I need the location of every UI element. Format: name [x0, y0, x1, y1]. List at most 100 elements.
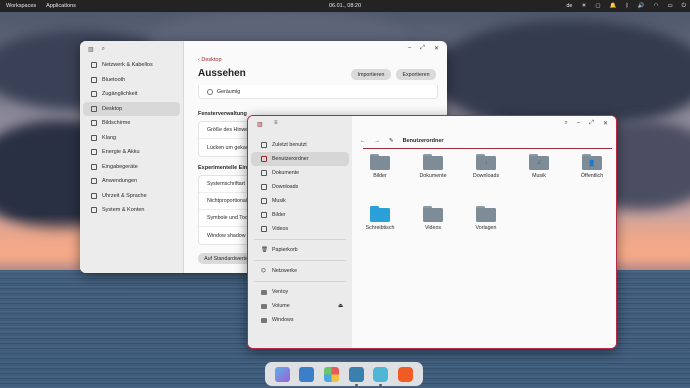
sidebar-item-label: Bluetooth	[102, 76, 126, 83]
brave-browser-icon[interactable]	[398, 366, 414, 382]
reset-defaults-button[interactable]: Auf Standardwerte	[198, 253, 254, 264]
sidebar-item-videos[interactable]: Videos	[251, 222, 349, 236]
breadcrumb[interactable]: Benutzerordner	[403, 138, 444, 144]
sidebar-item-label: Uhrzeit & Sprache	[102, 192, 147, 199]
app-launcher-icon[interactable]	[324, 366, 340, 382]
minimize-icon[interactable]: –	[408, 45, 411, 52]
forward-arrow-icon[interactable]: →	[375, 138, 381, 144]
sidebar-item-label: Zuletzt benutzt	[272, 142, 307, 148]
sidebar-item-bildschirme[interactable]: Bildschirme	[83, 116, 180, 131]
video-icon	[261, 226, 267, 232]
folder-label: Downloads	[472, 173, 500, 179]
sidebar-item-label: Videos	[272, 226, 289, 232]
menu-icon[interactable]: ≡	[274, 120, 278, 126]
folder-glyph: 👤	[588, 161, 596, 167]
settings-running-icon[interactable]	[373, 366, 389, 386]
radio-icon[interactable]	[207, 88, 213, 95]
sidebar-item-label: Bildschirme	[102, 120, 131, 127]
folder-item[interactable]: Vorlagen	[462, 206, 510, 231]
sidebar-item-label: System & Konten	[102, 207, 145, 214]
maximize-icon[interactable]: ⤢	[420, 45, 425, 52]
folder-label: Vorlagen	[475, 225, 497, 231]
apps-icon	[91, 178, 97, 185]
back-arrow-icon[interactable]: ←	[360, 138, 366, 144]
sidebar-item-label: Netzwerke	[272, 268, 298, 274]
battery-icon[interactable]: ▭	[667, 3, 672, 9]
sidebar-item-downloads[interactable]: Downloads	[251, 180, 349, 194]
folder-label: Öffentlich	[580, 173, 604, 179]
applications-button[interactable]: Applications	[46, 3, 76, 9]
path-bar: ← → ✎ Benutzerordner	[360, 135, 444, 147]
sidebar-item-anwendungen[interactable]: Anwendungen	[83, 174, 180, 189]
sidebar-item-system-konten[interactable]: System & Konten	[83, 203, 180, 218]
sidebar-item-device[interactable]: Ventoy	[251, 285, 349, 299]
volume-icon[interactable]: 🔊	[638, 3, 645, 9]
window-tiling-icon[interactable]: ▢	[595, 3, 600, 9]
power-icon[interactable]: ⏻	[682, 3, 686, 10]
clock-icon	[91, 192, 97, 199]
wifi-icon[interactable]: ◠	[654, 3, 659, 9]
brightness-icon[interactable]: ☀	[581, 3, 586, 9]
path-underline	[363, 148, 612, 149]
sidebar-item-label: Desktop	[102, 105, 123, 112]
eject-icon[interactable]: ⏏	[338, 303, 343, 309]
back-label: Desktop	[201, 57, 222, 63]
sidebar-toggle-icon[interactable]: ▥	[257, 121, 263, 128]
settings-app-icon[interactable]	[274, 366, 290, 382]
folder-item[interactable]: ♫ Musik	[515, 154, 563, 179]
sidebar-item-trash[interactable]: 🗑 Papierkorb	[251, 243, 349, 257]
export-button[interactable]: Exportieren	[396, 69, 436, 80]
sidebar-item-uhrzeit-sprache[interactable]: Uhrzeit & Sprache	[83, 189, 180, 204]
sidebar-item-energie-akku[interactable]: Energie & Akku	[83, 145, 180, 160]
system-tray: de ☀ ▢ 🔔 ᛒ 🔊 ◠ ▭ ⏻	[566, 0, 686, 12]
close-icon[interactable]: ✕	[603, 120, 608, 127]
sidebar-item-benutzerordner[interactable]: Benutzerordner	[251, 152, 349, 166]
density-option[interactable]: Geräumig	[199, 85, 437, 98]
bluetooth-icon[interactable]: ᛒ	[625, 3, 628, 9]
folder-item[interactable]: Bilder	[356, 154, 404, 179]
folder-item[interactable]: Dokumente	[409, 154, 457, 179]
folder-item[interactable]: 👤 Öffentlich	[568, 154, 616, 179]
close-icon[interactable]: ✕	[434, 45, 439, 52]
sidebar-item-label: Netzwerk & Kabellos	[102, 62, 153, 69]
sidebar-item-zugänglichkeit[interactable]: Zugänglichkeit	[83, 87, 180, 102]
folder-item[interactable]: Videos	[409, 206, 457, 231]
sidebar-item-device[interactable]: Windows	[251, 313, 349, 327]
image-icon	[261, 212, 267, 218]
folder-item[interactable]: Schreibtisch	[356, 206, 404, 231]
folder-item[interactable]: ↓ Downloads	[462, 154, 510, 179]
edit-path-icon[interactable]: ✎	[389, 138, 394, 144]
sidebar-item-netzwerk-kabellos[interactable]: Netzwerk & Kabellos	[83, 58, 180, 73]
maximize-icon[interactable]: ⤢	[589, 120, 594, 127]
workspaces-button[interactable]: Workspaces	[6, 3, 36, 9]
sidebar-item-label: Dokumente	[272, 170, 300, 176]
sidebar-item-network[interactable]: ⌬ Netzwerke	[251, 264, 349, 278]
sound-icon	[91, 134, 97, 141]
folder-icon	[370, 206, 390, 222]
minimize-icon[interactable]: –	[577, 120, 580, 127]
sidebar-item-bilder[interactable]: Bilder	[251, 208, 349, 222]
sidebar-item-dokumente[interactable]: Dokumente	[251, 166, 349, 180]
search-icon[interactable]: ⌕	[564, 120, 567, 127]
density-label: Geräumig	[217, 88, 241, 95]
sidebar-item-musik[interactable]: Musik	[251, 194, 349, 208]
sidebar-item-eingabegeräte[interactable]: Eingabegeräte	[83, 160, 180, 175]
files-app-icon[interactable]	[348, 366, 364, 386]
sidebar-item-zuletzt-benutzt[interactable]: Zuletzt benutzt	[251, 138, 349, 152]
back-link[interactable]: ‹ Desktop	[198, 57, 222, 63]
folder-label: Dokumente	[419, 173, 447, 179]
sidebar-item-bluetooth[interactable]: Bluetooth	[83, 73, 180, 88]
folder-icon	[476, 206, 496, 222]
sidebar-item-label: Energie & Akku	[102, 149, 140, 156]
network-icon	[91, 62, 97, 69]
import-button[interactable]: Importieren	[351, 69, 391, 80]
keyboard-layout[interactable]: de	[566, 3, 572, 9]
sidebar-toggle-icon[interactable]: ▥	[88, 46, 94, 53]
bluetooth-icon	[91, 76, 97, 83]
store-app-icon[interactable]	[299, 366, 315, 382]
search-icon[interactable]: ⌕	[102, 46, 105, 53]
notifications-icon[interactable]: 🔔	[610, 3, 617, 9]
sidebar-item-klang[interactable]: Klang	[83, 131, 180, 146]
sidebar-item-device[interactable]: Volume ⏏	[251, 299, 349, 313]
sidebar-item-desktop[interactable]: Desktop	[83, 101, 180, 116]
